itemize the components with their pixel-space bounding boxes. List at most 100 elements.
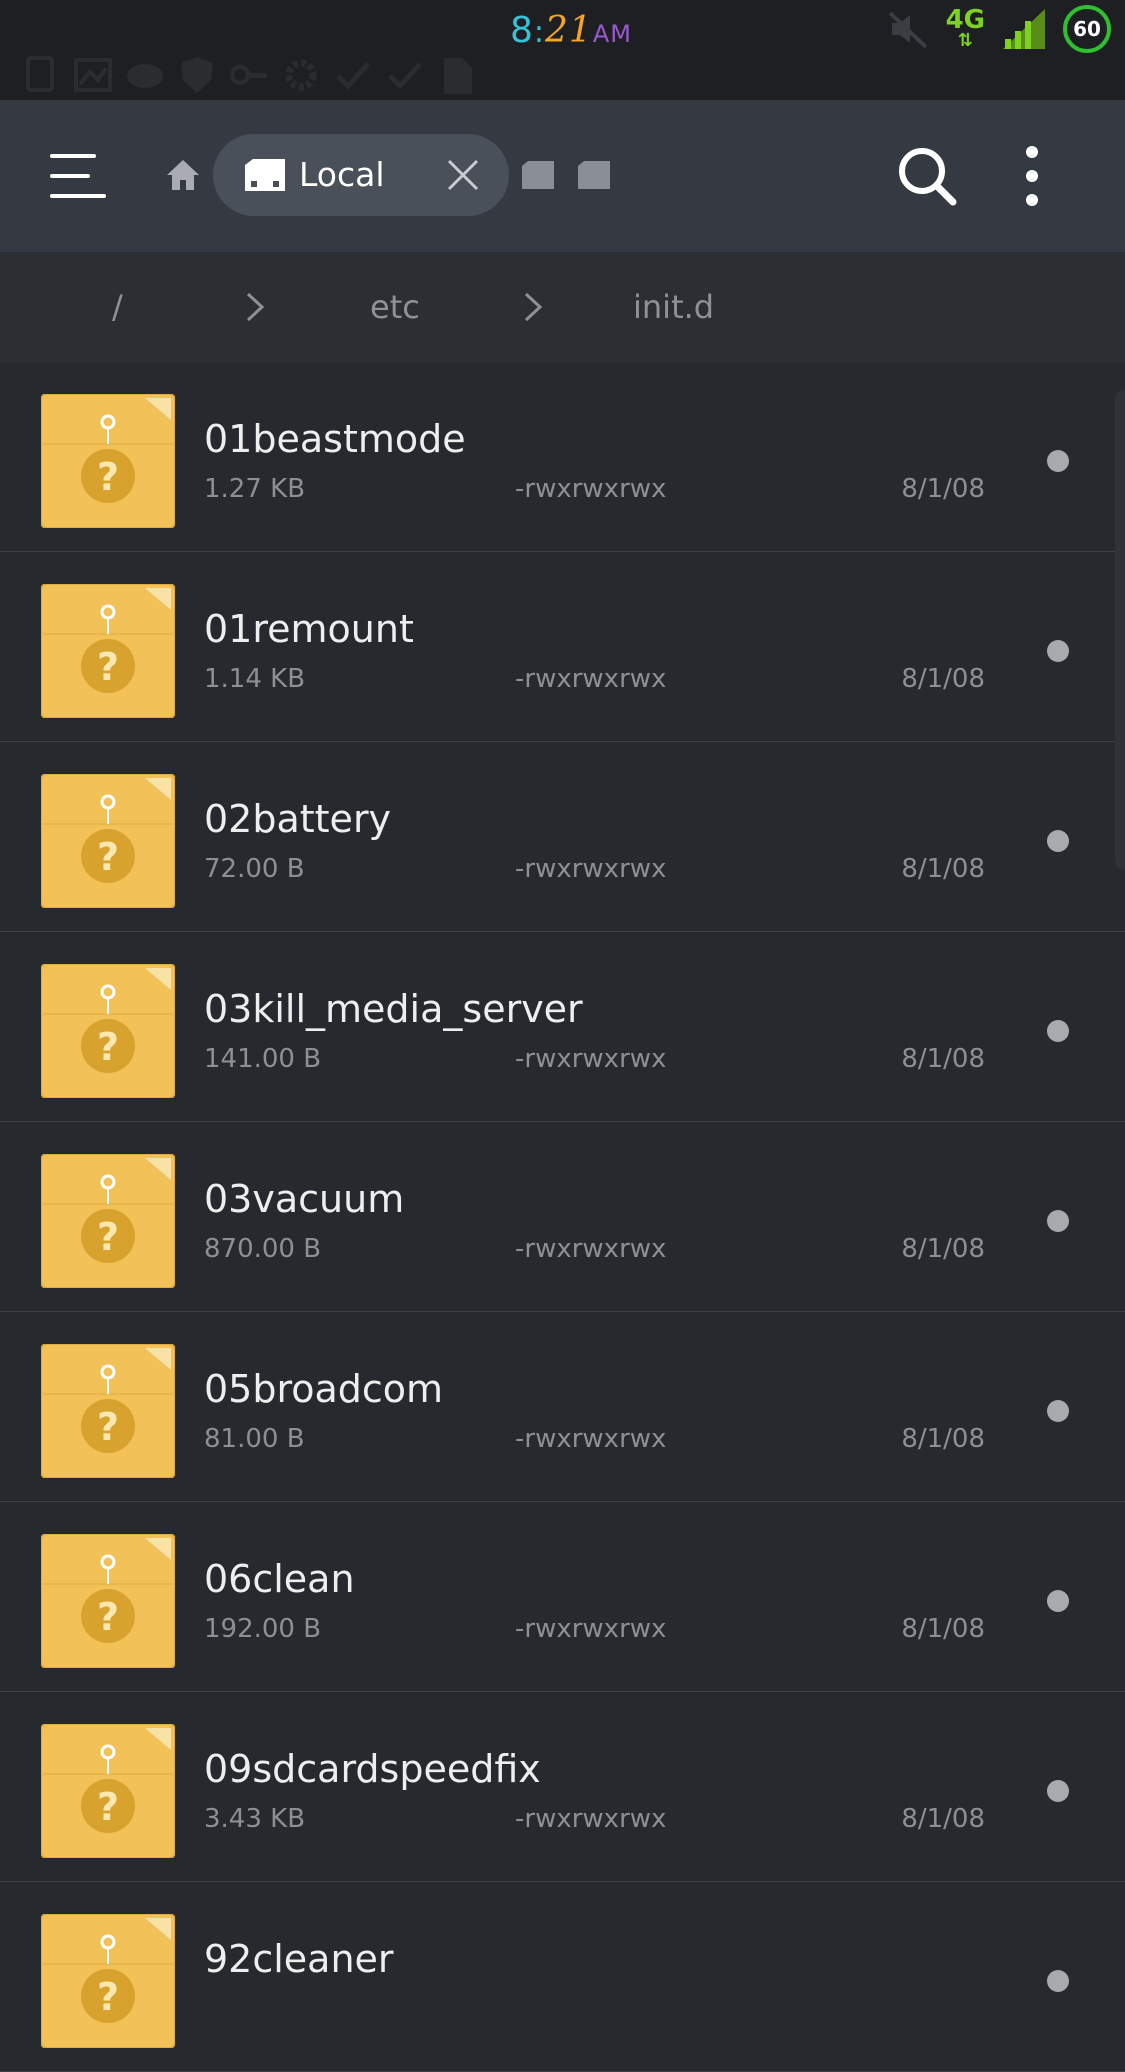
status-clock: 8:21AM — [510, 6, 632, 56]
file-permissions: -rwxrwxrwx — [515, 1804, 667, 1834]
dot-indicator-icon[interactable] — [1047, 830, 1069, 852]
file-row[interactable]: ? 01remount 1.14 KB -rwxrwxrwx 8/1/08 — [0, 552, 1125, 742]
file-permissions: -rwxrwxrwx — [515, 474, 667, 504]
clock-colon: : — [533, 15, 546, 50]
notification-icon-1 — [26, 56, 54, 92]
dot-indicator-icon[interactable] — [1047, 1400, 1069, 1422]
scroll-edge[interactable] — [1115, 390, 1125, 870]
breadcrumb-root[interactable]: / — [112, 252, 123, 362]
file-date: 8/1/08 — [901, 1804, 985, 1834]
check-icon — [388, 62, 422, 90]
file-size: 81.00 B — [204, 1424, 305, 1454]
file-name: 09sdcardspeedfix — [204, 1747, 541, 1791]
battery-level: 60 — [1073, 17, 1101, 41]
file-permissions: -rwxrwxrwx — [515, 1424, 667, 1454]
file-name: 02battery — [204, 797, 392, 841]
unknown-file-folder-icon: ? — [41, 774, 175, 908]
file-date: 8/1/08 — [901, 474, 985, 504]
dot-indicator-icon[interactable] — [1047, 1210, 1069, 1232]
clock-hour: 8 — [510, 10, 534, 51]
file-row[interactable]: ? 03vacuum 870.00 B -rwxrwxrwx 8/1/08 — [0, 1122, 1125, 1312]
dot-indicator-icon[interactable] — [1047, 1020, 1069, 1042]
svg-text:?: ? — [97, 645, 119, 689]
file-name: 01remount — [204, 607, 414, 651]
file-name: 01beastmode — [204, 417, 466, 461]
network-indicator: 4G ⇅ — [946, 7, 985, 50]
status-indicators: 4G ⇅ 60 — [886, 4, 1111, 54]
file-row[interactable]: ? 03kill_media_server 141.00 B -rwxrwxrw… — [0, 932, 1125, 1122]
check-icon — [336, 62, 370, 90]
file-icon — [444, 58, 472, 94]
file-name: 05broadcom — [204, 1367, 444, 1411]
file-permissions: -rwxrwxrwx — [515, 854, 667, 884]
file-date: 8/1/08 — [901, 1234, 985, 1264]
chevron-right-icon — [524, 292, 543, 322]
unknown-file-folder-icon: ? — [41, 394, 175, 528]
top-toolbar: Local — [0, 100, 1125, 252]
breadcrumb: / etc init.d — [0, 252, 1125, 362]
svg-text:?: ? — [97, 1595, 119, 1639]
file-row[interactable]: ? 05broadcom 81.00 B -rwxrwxrwx 8/1/08 — [0, 1312, 1125, 1502]
dot-indicator-icon[interactable] — [1047, 450, 1069, 472]
unknown-file-folder-icon: ? — [41, 1914, 175, 2048]
file-row[interactable]: ? 01beastmode 1.27 KB -rwxrwxrwx 8/1/08 — [0, 362, 1125, 552]
gear-icon — [285, 59, 317, 91]
file-row[interactable]: ? 09sdcardspeedfix 3.43 KB -rwxrwxrwx 8/… — [0, 1692, 1125, 1882]
file-date: 8/1/08 — [901, 854, 985, 884]
search-icon[interactable] — [895, 144, 959, 208]
svg-text:?: ? — [97, 1025, 119, 1069]
file-row[interactable]: ? 02battery 72.00 B -rwxrwxrwx 8/1/08 — [0, 742, 1125, 932]
file-size: 870.00 B — [204, 1234, 322, 1264]
file-date: 8/1/08 — [901, 1424, 985, 1454]
more-vertical-icon[interactable] — [1020, 144, 1044, 208]
file-name: 92cleaner — [204, 1937, 394, 1981]
dot-indicator-icon[interactable] — [1047, 640, 1069, 662]
close-icon[interactable] — [443, 155, 483, 195]
tab-label: Local — [299, 155, 385, 194]
file-permissions: -rwxrwxrwx — [515, 1614, 667, 1644]
file-permissions: -rwxrwxrwx — [515, 1234, 667, 1264]
file-size: 3.43 KB — [204, 1804, 306, 1834]
file-name: 06clean — [204, 1557, 355, 1601]
notification-icons — [20, 50, 478, 100]
key-icon — [230, 65, 267, 85]
file-name: 03kill_media_server — [204, 987, 583, 1031]
svg-text:?: ? — [97, 1405, 119, 1449]
file-size: 72.00 B — [204, 854, 305, 884]
unknown-file-folder-icon: ? — [41, 964, 175, 1098]
home-icon[interactable] — [165, 158, 201, 192]
file-row[interactable]: ? 06clean 192.00 B -rwxrwxrwx 8/1/08 — [0, 1502, 1125, 1692]
tab-local[interactable]: Local — [213, 134, 509, 216]
storage-icon — [245, 159, 285, 191]
unknown-file-folder-icon: ? — [41, 1344, 175, 1478]
file-list: ? 01beastmode 1.27 KB -rwxrwxrwx 8/1/08 … — [0, 362, 1125, 2072]
file-date: 8/1/08 — [901, 664, 985, 694]
breadcrumb-init-d[interactable]: init.d — [633, 252, 714, 362]
dot-indicator-icon[interactable] — [1047, 1970, 1069, 1992]
dot-indicator-icon[interactable] — [1047, 1590, 1069, 1612]
svg-text:?: ? — [97, 1215, 119, 1259]
file-date: 8/1/08 — [901, 1614, 985, 1644]
signal-icon — [1003, 9, 1045, 49]
unknown-file-folder-icon: ? — [41, 584, 175, 718]
svg-text:?: ? — [97, 1975, 119, 2019]
file-size: 1.27 KB — [204, 474, 306, 504]
shield-icon — [181, 57, 213, 93]
hamburger-menu-icon[interactable] — [50, 152, 106, 200]
file-size: 1.14 KB — [204, 664, 306, 694]
sdcard-icon[interactable] — [576, 160, 612, 190]
status-bar: 8:21AM 4G ⇅ 60 — [0, 0, 1125, 100]
unknown-file-folder-icon: ? — [41, 1154, 175, 1288]
dot-indicator-icon[interactable] — [1047, 1780, 1069, 1802]
clock-ampm: AM — [592, 20, 632, 48]
file-size: 192.00 B — [204, 1614, 322, 1644]
file-permissions: -rwxrwxrwx — [515, 1044, 667, 1074]
file-row[interactable]: ? 92cleaner — [0, 1882, 1125, 2072]
breadcrumb-etc[interactable]: etc — [370, 252, 420, 362]
unknown-file-folder-icon: ? — [41, 1724, 175, 1858]
mute-icon — [888, 11, 927, 49]
sdcard-icon[interactable] — [520, 160, 556, 190]
battery-indicator: 60 — [1063, 5, 1111, 53]
clock-minutes: 21 — [545, 10, 593, 51]
svg-text:?: ? — [97, 455, 119, 499]
